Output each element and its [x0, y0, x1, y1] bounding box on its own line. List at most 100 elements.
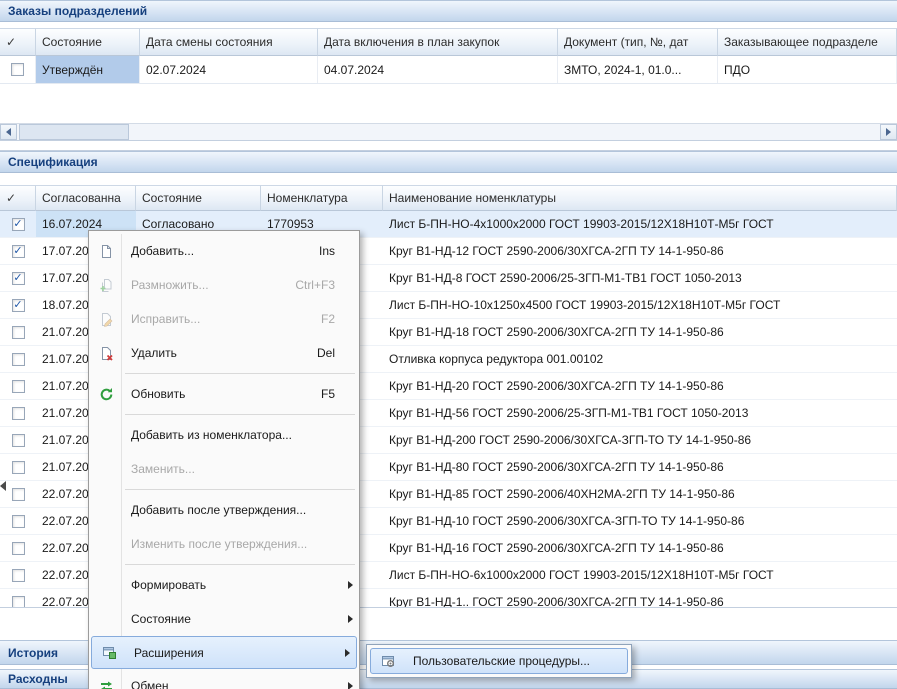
- orders-cell-department: ПДО: [718, 56, 897, 83]
- cell-name: Круг В1-НД-85 ГОСТ 2590-2006/40ХН2МА-2ГП…: [383, 481, 897, 507]
- row-checkbox[interactable]: ✓: [12, 245, 25, 258]
- select-all-check-icon: ✓: [6, 35, 16, 49]
- cell-name: Лист Б-ПН-НО-10х1250х4500 ГОСТ 19903-201…: [383, 292, 897, 318]
- row-checkbox[interactable]: [12, 569, 25, 582]
- scrollbar-thumb[interactable]: [19, 124, 129, 140]
- scroll-left-icon: [6, 128, 11, 136]
- menu-item-refresh[interactable]: Обновить F5: [89, 377, 359, 411]
- submenu-arrow-icon: [339, 615, 353, 623]
- cell-name: Лист Б-ПН-НО-4х1000х2000 ГОСТ 19903-2015…: [383, 211, 897, 237]
- row-checkbox[interactable]: [12, 434, 25, 447]
- menu-item-edit: Исправить... F2: [89, 302, 359, 336]
- expenses-panel-title: Расходны: [8, 672, 68, 686]
- checkbox-cell: [0, 427, 36, 453]
- checkbox-cell: ✓: [0, 265, 36, 291]
- spec-col-agreed[interactable]: Согласованна: [36, 185, 136, 211]
- orders-hscrollbar[interactable]: [0, 123, 897, 140]
- row-checkbox[interactable]: ✓: [12, 218, 25, 231]
- menu-item-replace: Заменить...: [89, 452, 359, 486]
- submenu-arrow-icon: [336, 649, 350, 657]
- cell-name: Отливка корпуса редуктора 001.00102: [383, 346, 897, 372]
- orders-col-document[interactable]: Документ (тип, №, дат: [558, 28, 718, 56]
- menu-item-add[interactable]: Добавить... Ins: [89, 234, 359, 268]
- orders-row[interactable]: Утверждён 02.07.2024 04.07.2024 ЗМТО, 20…: [0, 56, 897, 84]
- cell-name: Лист Б-ПН-НО-6х1000х2000 ГОСТ 19903-2015…: [383, 562, 897, 588]
- submenu-arrow-icon: [339, 581, 353, 589]
- context-menu: Добавить... Ins Размножить... Ctrl+F3 Ис…: [88, 230, 360, 689]
- orders-cell-document: ЗМТО, 2024-1, 01.0...: [558, 56, 718, 83]
- orders-col-state[interactable]: Состояние: [36, 28, 140, 56]
- cell-name: Круг В1-НД-8 ГОСТ 2590-2006/25-ЗГП-М1-ТВ…: [383, 265, 897, 291]
- refresh-icon: [91, 387, 121, 402]
- menu-separator: [125, 373, 355, 374]
- cell-name: Круг В1-НД-12 ГОСТ 2590-2006/30ХГСА-2ГП …: [383, 238, 897, 264]
- exchange-icon: [91, 679, 121, 689]
- cell-name: Круг В1-НД-200 ГОСТ 2590-2006/30ХГСА-ЗГП…: [383, 427, 897, 453]
- row-checkbox[interactable]: [12, 461, 25, 474]
- extensions-submenu: Пользовательские процедуры...: [366, 644, 632, 678]
- checkbox-cell: [0, 535, 36, 561]
- menu-item-exchange[interactable]: Обмен: [89, 669, 359, 689]
- checkbox-cell: [0, 400, 36, 426]
- extensions-icon: [94, 645, 124, 660]
- spec-col-code[interactable]: Номенклатура: [261, 185, 383, 211]
- spec-col-name[interactable]: Наименование номенклатуры: [383, 185, 897, 211]
- orders-col-date-plan[interactable]: Дата включения в план закупок: [318, 28, 558, 56]
- menu-item-add-after-approval[interactable]: Добавить после утверждения...: [89, 493, 359, 527]
- orders-col-date-change[interactable]: Дата смены состояния: [140, 28, 318, 56]
- duplicate-document-icon: [91, 278, 121, 293]
- orders-cell-state: Утверждён: [36, 56, 140, 83]
- row-checkbox[interactable]: ✓: [12, 272, 25, 285]
- orders-cell-date-change: 02.07.2024: [140, 56, 318, 83]
- select-all-check-icon: ✓: [6, 191, 16, 205]
- orders-table-header: ✓ Состояние Дата смены состояния Дата вк…: [0, 28, 897, 56]
- spec-table-header: ✓ Согласованна Состояние Номенклатура На…: [0, 185, 897, 211]
- menu-separator: [125, 564, 355, 565]
- orders-select-all-header[interactable]: ✓: [0, 28, 36, 56]
- checkbox-cell: [0, 346, 36, 372]
- menu-item-edit-after-approval: Изменить после утверждения...: [89, 527, 359, 561]
- cell-name: Круг В1-НД-10 ГОСТ 2590-2006/30ХГСА-ЗГП-…: [383, 508, 897, 534]
- row-checkbox[interactable]: ✓: [12, 299, 25, 312]
- row-checkbox[interactable]: [12, 542, 25, 555]
- cell-name: Круг В1-НД-16 ГОСТ 2590-2006/30ХГСА-2ГП …: [383, 535, 897, 561]
- menu-item-delete[interactable]: Удалить Del: [89, 336, 359, 370]
- scroll-right-button[interactable]: [880, 124, 897, 140]
- spec-select-all-header[interactable]: ✓: [0, 185, 36, 211]
- menu-separator: [125, 489, 355, 490]
- row-checkbox[interactable]: [12, 488, 25, 501]
- menu-item-add-from-nomenclature[interactable]: Добавить из номенклатора...: [89, 418, 359, 452]
- checkbox-cell: [0, 454, 36, 480]
- checkbox-cell: [0, 319, 36, 345]
- row-checkbox[interactable]: [12, 353, 25, 366]
- orders-panel-header[interactable]: Заказы подразделений: [0, 0, 897, 22]
- orders-col-department[interactable]: Заказывающее подразделе: [718, 28, 897, 56]
- spec-col-state[interactable]: Состояние: [136, 185, 261, 211]
- row-checkbox[interactable]: [12, 380, 25, 393]
- cell-name: Круг В1-НД-1.. ГОСТ 2590-2006/30ХГСА-2ГП…: [383, 589, 897, 608]
- submenu-item-user-procedures[interactable]: Пользовательские процедуры...: [370, 648, 628, 674]
- row-checkbox[interactable]: [12, 596, 25, 609]
- splitter-collapse-arrow[interactable]: [0, 481, 6, 491]
- menu-item-state[interactable]: Состояние: [89, 602, 359, 636]
- row-checkbox[interactable]: [11, 63, 24, 76]
- menu-item-extensions[interactable]: Расширения: [91, 636, 357, 669]
- menu-separator: [125, 414, 355, 415]
- scroll-left-button[interactable]: [0, 124, 17, 140]
- cell-name: Круг В1-НД-56 ГОСТ 2590-2006/25-ЗГП-М1-Т…: [383, 400, 897, 426]
- row-checkbox[interactable]: [12, 326, 25, 339]
- checkbox-cell: [0, 373, 36, 399]
- scroll-right-icon: [886, 128, 891, 136]
- menu-item-form[interactable]: Формировать: [89, 568, 359, 602]
- row-checkbox[interactable]: [12, 515, 25, 528]
- row-checkbox[interactable]: [12, 407, 25, 420]
- checkbox-cell: [0, 589, 36, 608]
- orders-cell-date-plan: 04.07.2024: [318, 56, 558, 83]
- user-procedures-icon: [373, 654, 403, 669]
- cell-name: Круг В1-НД-18 ГОСТ 2590-2006/30ХГСА-2ГП …: [383, 319, 897, 345]
- delete-document-icon: [91, 346, 121, 361]
- edit-document-icon: [91, 312, 121, 327]
- spec-panel-title: Спецификация: [8, 155, 98, 169]
- spec-panel-header[interactable]: Спецификация: [0, 151, 897, 173]
- orders-row-checkbox-cell: [0, 56, 36, 83]
